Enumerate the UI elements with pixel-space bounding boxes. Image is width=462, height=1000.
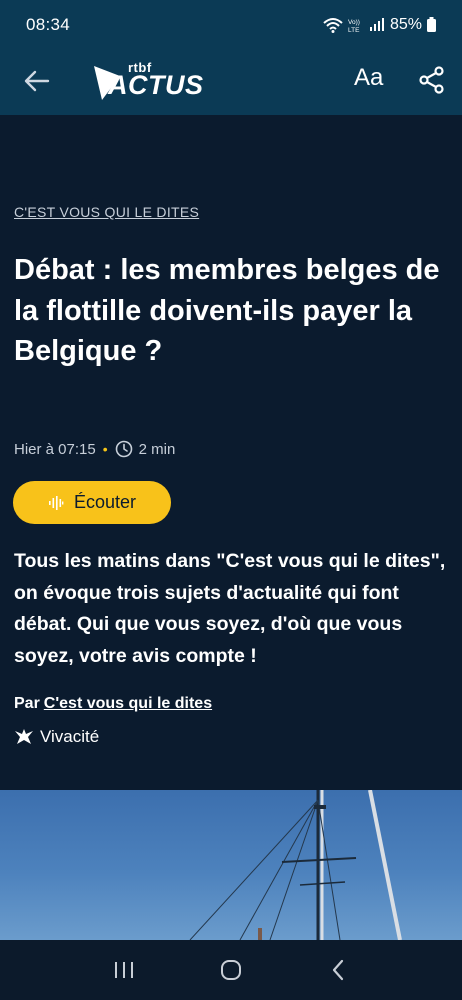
recents-icon	[114, 962, 133, 978]
svg-text:LTE: LTE	[348, 27, 360, 33]
byline-prefix: Par	[14, 695, 40, 712]
article-byline: Par C'est vous qui le dites	[14, 695, 212, 713]
home-button[interactable]	[216, 955, 246, 985]
meta-separator: •	[102, 441, 108, 457]
battery-icon	[427, 17, 436, 32]
system-nav-bar	[0, 940, 462, 1000]
back-arrow-icon	[24, 70, 50, 92]
home-icon	[220, 960, 241, 980]
wifi-icon	[323, 17, 343, 33]
article-rubric-link[interactable]: C'EST VOUS QUI LE DITES	[14, 204, 199, 220]
article-intro: Tous les matins dans "C'est vous qui le …	[14, 550, 446, 667]
recents-button[interactable]	[109, 955, 139, 985]
back-arrow-button[interactable]	[22, 66, 52, 96]
article-title: Débat : les membres belges de la flottil…	[14, 254, 440, 367]
signal-icon	[369, 17, 384, 31]
author-link[interactable]: C'est vous qui le dites	[44, 695, 212, 712]
listen-label: Écouter	[73, 492, 137, 512]
app-header: 08:34 Vo)) LTE 85% rtbf ACTUS Aa	[0, 0, 462, 115]
logo-main-text: ACTUS	[108, 70, 204, 100]
font-size-button[interactable]: Aa	[354, 64, 383, 92]
share-button[interactable]	[418, 66, 446, 94]
article-hero-image	[0, 790, 462, 940]
published-time: Hier à 07:15	[14, 440, 96, 458]
audio-wave-icon	[48, 495, 64, 510]
svg-text:Vo)): Vo))	[348, 19, 360, 26]
station-name: Vivacité	[40, 727, 100, 746]
status-bar: 08:34 Vo)) LTE 85%	[0, 0, 462, 52]
vivacite-logo-icon	[15, 729, 33, 744]
station-tag[interactable]: Vivacité	[14, 727, 99, 747]
back-icon	[333, 959, 344, 981]
volte-icon: Vo)) LTE	[348, 19, 360, 33]
clock-icon	[115, 440, 133, 458]
battery-percent: 85%	[389, 15, 422, 33]
sailboat-mast-image	[189, 790, 402, 940]
status-time: 08:34	[26, 14, 71, 34]
status-indicators: Vo)) LTE 85%	[323, 16, 436, 34]
nav-back-button[interactable]	[323, 955, 353, 985]
reading-time: 2 min	[138, 440, 176, 458]
listen-button[interactable]: Écouter	[13, 481, 171, 524]
share-icon	[419, 66, 444, 94]
article-meta: Hier à 07:15 • 2 min	[14, 440, 175, 458]
app-bar: rtbf ACTUS Aa	[0, 52, 462, 110]
